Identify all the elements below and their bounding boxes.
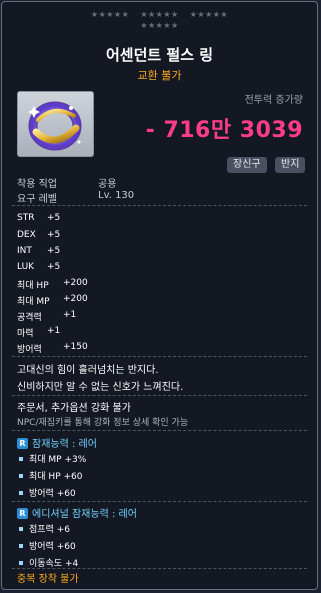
star-row-1: ★★★★★ ★★★★★ ★★★★★ [2, 11, 317, 19]
divider [12, 430, 307, 431]
stat-value: +5 [47, 262, 61, 272]
additional-potential-line: 점프력 +6 [17, 522, 70, 535]
combat-power-value: - 716만 3039 [145, 118, 303, 143]
potential-text: 최대 MP +3% [29, 455, 87, 465]
divider [12, 356, 307, 357]
stat-key: 최대 MP [17, 297, 50, 307]
divider [12, 501, 307, 502]
stat-row: 최대 HP +200 [17, 278, 88, 291]
stat-value: +200 [63, 294, 88, 304]
bullet-icon [19, 457, 23, 461]
potential-text: 최대 HP +60 [29, 472, 83, 482]
stat-value: +1 [47, 326, 61, 336]
rare-badge: R [17, 438, 28, 449]
stat-value: +5 [47, 246, 61, 256]
stat-row: LUK +5 [17, 262, 60, 272]
stat-key: INT [17, 246, 32, 256]
stat-value: +1 [63, 310, 77, 320]
stat-row: INT +5 [17, 246, 60, 256]
stat-row: STR +5 [17, 213, 60, 223]
additional-potential-line: 방어력 +60 [17, 539, 76, 552]
enhance-note: NPC/재집키를 통해 강화 정보 상세 확인 가능 [17, 418, 189, 428]
stat-row: 공격력 +1 [17, 310, 76, 323]
stat-value: +5 [47, 213, 61, 223]
category-tag-accessory: 장신구 [227, 157, 267, 173]
divider [12, 205, 307, 206]
star-group: ★★★★★ [90, 10, 130, 19]
potential-header: R 잠재능력 : 레어 [17, 435, 97, 450]
additional-potential-text: 점프력 +6 [29, 525, 70, 535]
bullet-icon [19, 544, 23, 548]
divider [12, 568, 307, 569]
additional-potential-title: 에디셔널 잠재능력 : 레어 [32, 509, 137, 520]
potential-text: 방어력 +60 [29, 489, 76, 499]
requirement-label: 요구 레벨 [17, 194, 57, 205]
requirement-value: 공용 [98, 179, 117, 190]
category-tag-ring: 반지 [275, 157, 306, 173]
item-tooltip: ★★★★★ ★★★★★ ★★★★★ ★★★★★ 어센던트 펄스 링 교환 불가 [1, 1, 318, 590]
potential-line: 최대 HP +60 [17, 469, 82, 482]
bullet-icon [19, 474, 23, 478]
potential-title: 잠재능력 : 레어 [32, 439, 97, 450]
requirement-value: Lv. 130 [98, 190, 135, 201]
star-row-2: ★★★★★ [2, 22, 317, 30]
stat-key: 공격력 [17, 313, 42, 323]
description-line: 신비하지만 알 수 없는 신호가 느껴진다. [17, 382, 184, 393]
stat-key: 마력 [17, 329, 34, 339]
stat-key: STR [17, 213, 35, 223]
trade-status: 교환 불가 [137, 69, 182, 82]
additional-potential-text: 방어력 +60 [29, 542, 76, 552]
requirement-job: 착용 직업 공용 [17, 175, 116, 190]
stat-key: 최대 HP [17, 281, 49, 291]
stat-row: 방어력 +150 [17, 342, 88, 355]
enhance-info: 주문서, 추가옵션 강화 불가 [17, 403, 131, 414]
ring-icon [28, 101, 82, 151]
star-force-rows: ★★★★★ ★★★★★ ★★★★★ ★★★★★ [2, 11, 317, 30]
star-group: ★★★★★ [140, 21, 179, 30]
bullet-icon [19, 561, 23, 565]
requirement-label: 착용 직업 [17, 179, 57, 190]
stat-row: 최대 MP +200 [17, 294, 88, 307]
stat-row: DEX +5 [17, 230, 60, 240]
potential-line: 방어력 +60 [17, 486, 76, 499]
bullet-icon [19, 527, 23, 531]
description-line: 고대신의 힘이 흘러넘치는 반지다. [17, 365, 159, 376]
stat-value: +5 [47, 230, 61, 240]
combat-power-label: 전투력 증가량 [244, 95, 303, 106]
additional-potential-header: R 에디셔널 잠재능력 : 레어 [17, 505, 137, 520]
star-group: ★★★★★ [189, 10, 229, 19]
duplicate-equip-warning: 중복 장착 불가 [17, 574, 79, 585]
item-name: 어센던트 펄스 링 [105, 46, 214, 64]
stat-value: +150 [63, 342, 88, 352]
stat-key: DEX [17, 230, 36, 240]
potential-line: 최대 MP +3% [17, 452, 86, 465]
stat-value: +200 [63, 278, 88, 288]
bullet-icon [19, 491, 23, 495]
star-group: ★★★★★ [140, 10, 179, 19]
stat-key: 방어력 [17, 345, 42, 355]
divider [12, 395, 307, 396]
item-icon-frame [17, 91, 94, 157]
stat-key: LUK [17, 262, 35, 272]
stat-row: 마력 +1 [17, 326, 60, 339]
rare-badge: R [17, 508, 28, 519]
requirement-level: 요구 레벨 Lv. 130 [17, 190, 134, 205]
